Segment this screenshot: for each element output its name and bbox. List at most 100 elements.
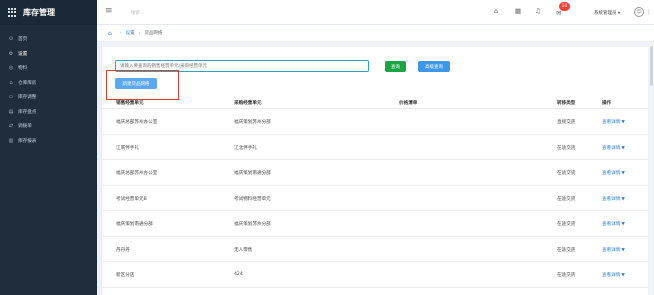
cell-purchase-unit: 无人零售 (234, 247, 252, 253)
sidebar-item-label: 仓库库房 (18, 80, 37, 86)
sidebar-item-1[interactable]: ⚙ 设置 (0, 47, 97, 62)
sidebar-item-label: 调拨单 (18, 124, 32, 130)
home-icon: ⊙ (8, 36, 14, 43)
sidebar-item-label: 首页 (18, 37, 28, 43)
transfer-icon: ⇄ (8, 123, 14, 130)
sidebar-item-0[interactable]: ⊙ 首页 (0, 32, 97, 47)
view-details-link-text[interactable]: 查看详情 (602, 273, 620, 278)
cell-sales-unit: 丹丹丹 (116, 247, 130, 253)
page-scrollbar[interactable] (649, 42, 654, 295)
cell-sales-unit-text: 考试经营单元B (116, 196, 147, 202)
dropdown-caret-icon[interactable]: ▼ (621, 171, 624, 176)
dropdown-caret-icon[interactable]: ▼ (621, 146, 624, 151)
adjust-icon: ▭ (8, 94, 14, 101)
cell-transfer-type-text: 在途交货 (557, 171, 576, 176)
query-button[interactable]: 查询 (385, 61, 406, 72)
top-bar: ≡ 搜索... ⌂ ▦ ♫ ✉ 10 系统管理员 ▾ ☺ ⋮ (97, 0, 654, 25)
sidebar-menu: ⊙ 首页 ⚙ 设置 ◎ 物料 ⌂ 仓库库房 ▭ 库存调整 ▤ 库存盘点 ⇄ 调拨单 ▥ 库存报表 (0, 32, 97, 148)
top-search-input[interactable]: 搜索... (131, 10, 144, 16)
cell-sales-unit-text: 福庆总部苏州办公室 (116, 171, 158, 176)
report-icon: ▥ (8, 137, 14, 144)
cell-purchase-unit-text: 424 (234, 272, 243, 277)
create-goods-network-button[interactable]: 新建货品网络 (115, 78, 157, 89)
cell-purchase-unit-text: 福庆策划苏州分部 (234, 222, 271, 227)
notification-badge: 10 (559, 2, 570, 11)
table-row: 江南伴手礼 江北伴手礼 在途交货 查看详情▼ (103, 135, 648, 160)
cell-purchase-unit: 福庆策划南通分部 (234, 170, 271, 176)
grid-icon[interactable]: ▦ (515, 8, 521, 15)
bell-icon[interactable]: ♫ (535, 8, 541, 15)
message-icon[interactable]: ✉ (556, 10, 561, 17)
cell-transfer-type-text: 在途交货 (557, 247, 576, 253)
scroll-thumb[interactable] (650, 46, 653, 86)
cell-transfer-type-text: 直接交货 (557, 120, 576, 125)
view-details-link-text[interactable]: 查看详情 (602, 120, 620, 125)
user-menu[interactable]: 系统管理员 ▾ (594, 10, 620, 16)
view-details-link[interactable]: 查看详情▼ (602, 170, 625, 176)
user-avatar-icon[interactable]: ☺ (634, 7, 644, 17)
table-row: 福庆策划南通分部 福庆策划苏州分部 在途交货 查看详情▼ (103, 211, 648, 237)
advanced-query-button[interactable]: 高级查询 (418, 61, 450, 72)
view-details-link-text[interactable]: 查看详情 (602, 248, 620, 253)
main-panel: 查询 高级查询 新建货品网络 销售经营单元 采购经营单元 价格清单 转移类型 操… (103, 47, 648, 295)
brand[interactable]: 库存管理 (0, 0, 97, 25)
sidebar-item-7[interactable]: ▥ 库存报表 (0, 134, 97, 149)
dropdown-caret-icon[interactable]: ▼ (621, 273, 624, 278)
cell-sales-unit-text: 江南伴手礼 (116, 145, 139, 151)
view-details-link[interactable]: 查看详情▼ (602, 145, 625, 151)
sidebar-item-4[interactable]: ▭ 库存调整 (0, 90, 97, 105)
table-row: 丹丹丹 无人零售 在途交货 查看详情▼ (103, 237, 648, 262)
table-row: 新区分店 424 在途交货 查看详情▼ (103, 262, 648, 288)
view-details-link-text[interactable]: 查看详情 (602, 197, 620, 202)
dropdown-caret-icon[interactable]: ▼ (621, 222, 624, 227)
sidebar-item-5[interactable]: ▤ 库存盘点 (0, 105, 97, 120)
sidebar-item-label: 物料 (18, 66, 28, 72)
sidebar-item-label: 库存调整 (18, 95, 37, 101)
breadcrumb-home-icon[interactable]: ⌂ (108, 30, 112, 37)
cell-purchase-unit-text: 考试物料经营单元 (234, 196, 271, 202)
view-details-link[interactable]: 查看详情▼ (602, 221, 625, 227)
settings-icon: ⚙ (8, 50, 14, 57)
view-details-link[interactable]: 查看详情▼ (602, 119, 625, 125)
view-details-link[interactable]: 查看详情▼ (602, 247, 625, 253)
sidebar: 库存管理 ⊙ 首页 ⚙ 设置 ◎ 物料 ⌂ 仓库库房 ▭ 库存调整 ▤ 库存盘点 ⇄ 调拨单 ▥ 库存报表 (0, 0, 97, 295)
breadcrumb-current-page: 货品网络 (144, 31, 163, 36)
cell-sales-unit: 考试经营单元B (116, 196, 147, 202)
sidebar-item-label: 库存报表 (18, 138, 37, 144)
dropdown-caret-icon[interactable]: ▼ (621, 120, 624, 125)
more-icon[interactable]: ⋮ (646, 9, 652, 16)
header-sales-unit: 销售经营单元 (116, 101, 144, 106)
sidebar-item-label: 设置 (18, 51, 28, 57)
cell-transfer-type-text: 在途交货 (557, 273, 576, 278)
cell-sales-unit: 福庆策划南通分部 (116, 221, 153, 227)
breadcrumb: ⌂ › 设置 › 货品网络 (97, 25, 654, 42)
breadcrumb-settings-link[interactable]: 设置 (126, 30, 135, 36)
view-details-link-text[interactable]: 查看详情 (602, 146, 620, 151)
cell-transfer-type: 在途交货 (557, 145, 575, 151)
material-icon: ◎ (8, 65, 14, 72)
view-details-link[interactable]: 查看详情▼ (602, 196, 625, 202)
sidebar-item-6[interactable]: ⇄ 调拨单 (0, 119, 97, 134)
home-icon[interactable]: ⌂ (494, 8, 498, 15)
dropdown-caret-icon[interactable]: ▼ (621, 248, 624, 253)
view-details-link[interactable]: 查看详情▼ (602, 272, 625, 278)
cell-sales-unit: 新区分店 (116, 272, 134, 278)
table-header: 销售经营单元 采购经营单元 价格清单 转移类型 操作 (103, 97, 648, 109)
inventory-check-icon: ▤ (8, 108, 14, 115)
header-transfer-type: 转移类型 (557, 101, 576, 106)
menu-toggle-icon[interactable]: ≡ (105, 7, 113, 16)
view-details-link-text[interactable]: 查看详情 (602, 171, 620, 176)
cell-sales-unit: 福庆总部苏州办公室 (116, 170, 157, 176)
view-details-link-text[interactable]: 查看详情 (602, 222, 620, 227)
cell-purchase-unit: 福庆策划苏州分部 (234, 221, 271, 227)
header-purchase-unit: 采购经营单元 (234, 101, 262, 106)
cell-purchase-unit: 424 (234, 272, 243, 277)
dropdown-caret-icon[interactable]: ▼ (621, 197, 624, 202)
sidebar-item-3[interactable]: ⌂ 仓库库房 (0, 76, 97, 91)
cell-purchase-unit-text: 江北伴手礼 (234, 145, 257, 151)
cell-transfer-type: 直接交货 (557, 119, 575, 125)
sidebar-item-2[interactable]: ◎ 物料 (0, 61, 97, 76)
sidebar-item-label: 库存盘点 (18, 109, 37, 115)
table-row: 福庆总部苏州办公室 福庆策划苏州分部 直接交货 查看详情▼ (103, 109, 648, 135)
cell-purchase-unit-text: 无人零售 (234, 247, 253, 253)
